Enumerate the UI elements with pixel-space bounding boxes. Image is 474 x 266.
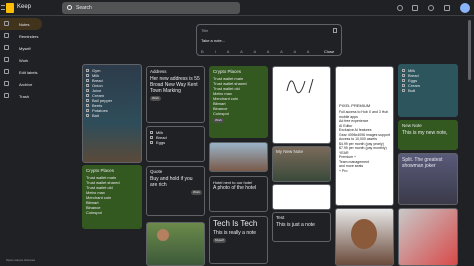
note-editor[interactable]: Title Take a note... B I A A A A A A A C… <box>196 24 342 56</box>
note-tech[interactable]: Tech Is Tech This is really a note Mysel… <box>209 216 268 264</box>
label-chip[interactable]: Myself <box>213 238 226 243</box>
note-body: This is my new note, <box>402 130 448 136</box>
sidebar-item-label: Work <box>19 58 29 63</box>
person-photo <box>157 229 169 241</box>
pencil-icon <box>4 69 9 74</box>
note-title: Address <box>150 69 167 74</box>
apps-icon[interactable] <box>444 5 450 11</box>
sidebar-item-label: Trash <box>19 94 30 99</box>
note-new-note[interactable]: New Note This is my new note, <box>398 120 458 150</box>
trash-icon <box>4 93 9 98</box>
note-body: This is just a note <box>276 222 315 228</box>
note-body: A photo of the hotel <box>213 185 257 191</box>
editor-title-input[interactable]: Title <box>201 28 208 33</box>
note-title: Crypto Places <box>86 168 115 173</box>
editor-toolbar: B I A A A A A A A <box>201 49 315 54</box>
note-body: Split. The greatest showman joker <box>402 157 443 169</box>
note-quote[interactable]: Quote Buy and hold if you are rich Work <box>146 166 205 216</box>
settings-icon[interactable] <box>428 5 434 11</box>
note-line: Coinspot <box>213 111 229 116</box>
note-body: Buy and hold if you are rich <box>150 176 193 188</box>
drawing-sketch <box>286 78 314 94</box>
list-view-icon[interactable] <box>412 5 418 11</box>
pin-icon[interactable] <box>333 28 337 33</box>
search-input[interactable]: Search <box>62 2 240 14</box>
note-my-new-note[interactable]: My New Note <box>272 146 331 182</box>
sidebar-item-trash[interactable]: Trash <box>0 90 42 102</box>
search-placeholder: Search <box>76 5 92 11</box>
note-gym[interactable]: Gym Milk Bread Onion Juice Cream Ball pe… <box>82 64 142 163</box>
sidebar-item-myself[interactable]: Myself <box>0 42 42 54</box>
note-title: Quote <box>150 169 163 174</box>
sidebar-item-label: Edit labels <box>19 70 38 75</box>
sidebar: Notes Reminders Myself Work Edit labels … <box>0 16 60 266</box>
footer-link[interactable]: Open-source licenses <box>6 258 35 262</box>
man-photo <box>351 219 377 249</box>
keep-logo-icon <box>6 3 14 13</box>
note-photo-man[interactable] <box>335 208 394 266</box>
note-photo-building[interactable] <box>209 142 268 172</box>
note-hotel[interactable]: Hotel next to our hotel A photo of the h… <box>209 176 268 212</box>
label-chip[interactable]: Work <box>213 118 224 123</box>
label-icon <box>4 45 9 50</box>
note-drawing[interactable] <box>272 66 331 144</box>
sidebar-item-notes[interactable]: Notes <box>0 18 42 30</box>
sidebar-item-label: Myself <box>19 46 31 51</box>
label-chip[interactable]: Work <box>150 96 161 101</box>
note-checklist-2[interactable]: Milk Bread Eggs <box>146 126 205 162</box>
sidebar-item-label: Reminders <box>19 34 39 39</box>
sidebar-item-label: Notes <box>19 22 30 27</box>
note-checklist[interactable]: Milk Bread Eggs Cream Butt <box>398 64 458 117</box>
note-test[interactable]: Test This is just a note <box>272 212 331 242</box>
sidebar-item-work[interactable]: Work <box>0 54 42 66</box>
sidebar-item-archive[interactable]: Archive <box>0 78 42 90</box>
note-line: Butt <box>408 88 416 93</box>
label-icon <box>4 57 9 62</box>
note-title: Test <box>276 215 285 220</box>
note-line: Bait <box>92 113 99 118</box>
refresh-icon[interactable] <box>397 5 403 11</box>
archive-icon <box>4 81 9 86</box>
note-line: + Pro <box>339 168 348 173</box>
label-chip[interactable]: Work <box>191 190 202 195</box>
note-pixel-premium[interactable]: PIXEL PREMIUM Full access to Hub X and 3… <box>335 66 394 206</box>
note-body: Her new address is 55 Broad New Way Kent… <box>150 76 200 94</box>
pixel-header-image <box>336 67 393 101</box>
search-icon <box>67 5 72 10</box>
note-crypto-places-2[interactable]: Crypto Places Trust wallet main Trust wa… <box>82 165 142 229</box>
note-body: This is really a note <box>213 230 257 236</box>
note-title: Crypto Places <box>213 69 242 74</box>
note-title: My New Note <box>276 149 304 154</box>
note-photo-person[interactable] <box>146 222 205 266</box>
note-title: New Note <box>402 123 422 128</box>
top-bar: Keep Search <box>0 0 474 16</box>
note-line: Full access to Hub X and 3 Hub mobile ap… <box>339 110 389 119</box>
note-photo-phone[interactable] <box>398 208 458 266</box>
note-line: $7.99 per month (pay monthly) <box>339 146 387 150</box>
lightbulb-icon <box>4 21 9 26</box>
note-line: Eggs <box>156 140 166 145</box>
scrollbar[interactable] <box>468 20 471 80</box>
menu-icon[interactable] <box>1 5 5 10</box>
sidebar-item-edit-labels[interactable]: Edit labels <box>0 66 42 78</box>
note-crypto-places-1[interactable]: Crypto Places Trust wallet main Trust wa… <box>209 66 268 138</box>
editor-body-input[interactable]: Take a note... <box>201 38 225 43</box>
app-title: Keep <box>17 4 32 10</box>
note-title: PIXEL PREMIUM <box>339 103 371 108</box>
note-screenshot[interactable] <box>272 184 331 210</box>
bell-icon <box>4 33 9 38</box>
note-line: Coinspot <box>86 210 102 215</box>
sidebar-item-reminders[interactable]: Reminders <box>0 30 42 42</box>
close-button[interactable]: Close <box>324 49 334 54</box>
sidebar-item-label: Archive <box>19 82 33 87</box>
note-title: Tech Is Tech <box>213 219 258 228</box>
avatar[interactable] <box>460 3 470 13</box>
note-address[interactable]: Address Her new address is 55 Broad New … <box>146 66 205 123</box>
note-split[interactable]: Split. The greatest showman joker <box>398 153 458 205</box>
